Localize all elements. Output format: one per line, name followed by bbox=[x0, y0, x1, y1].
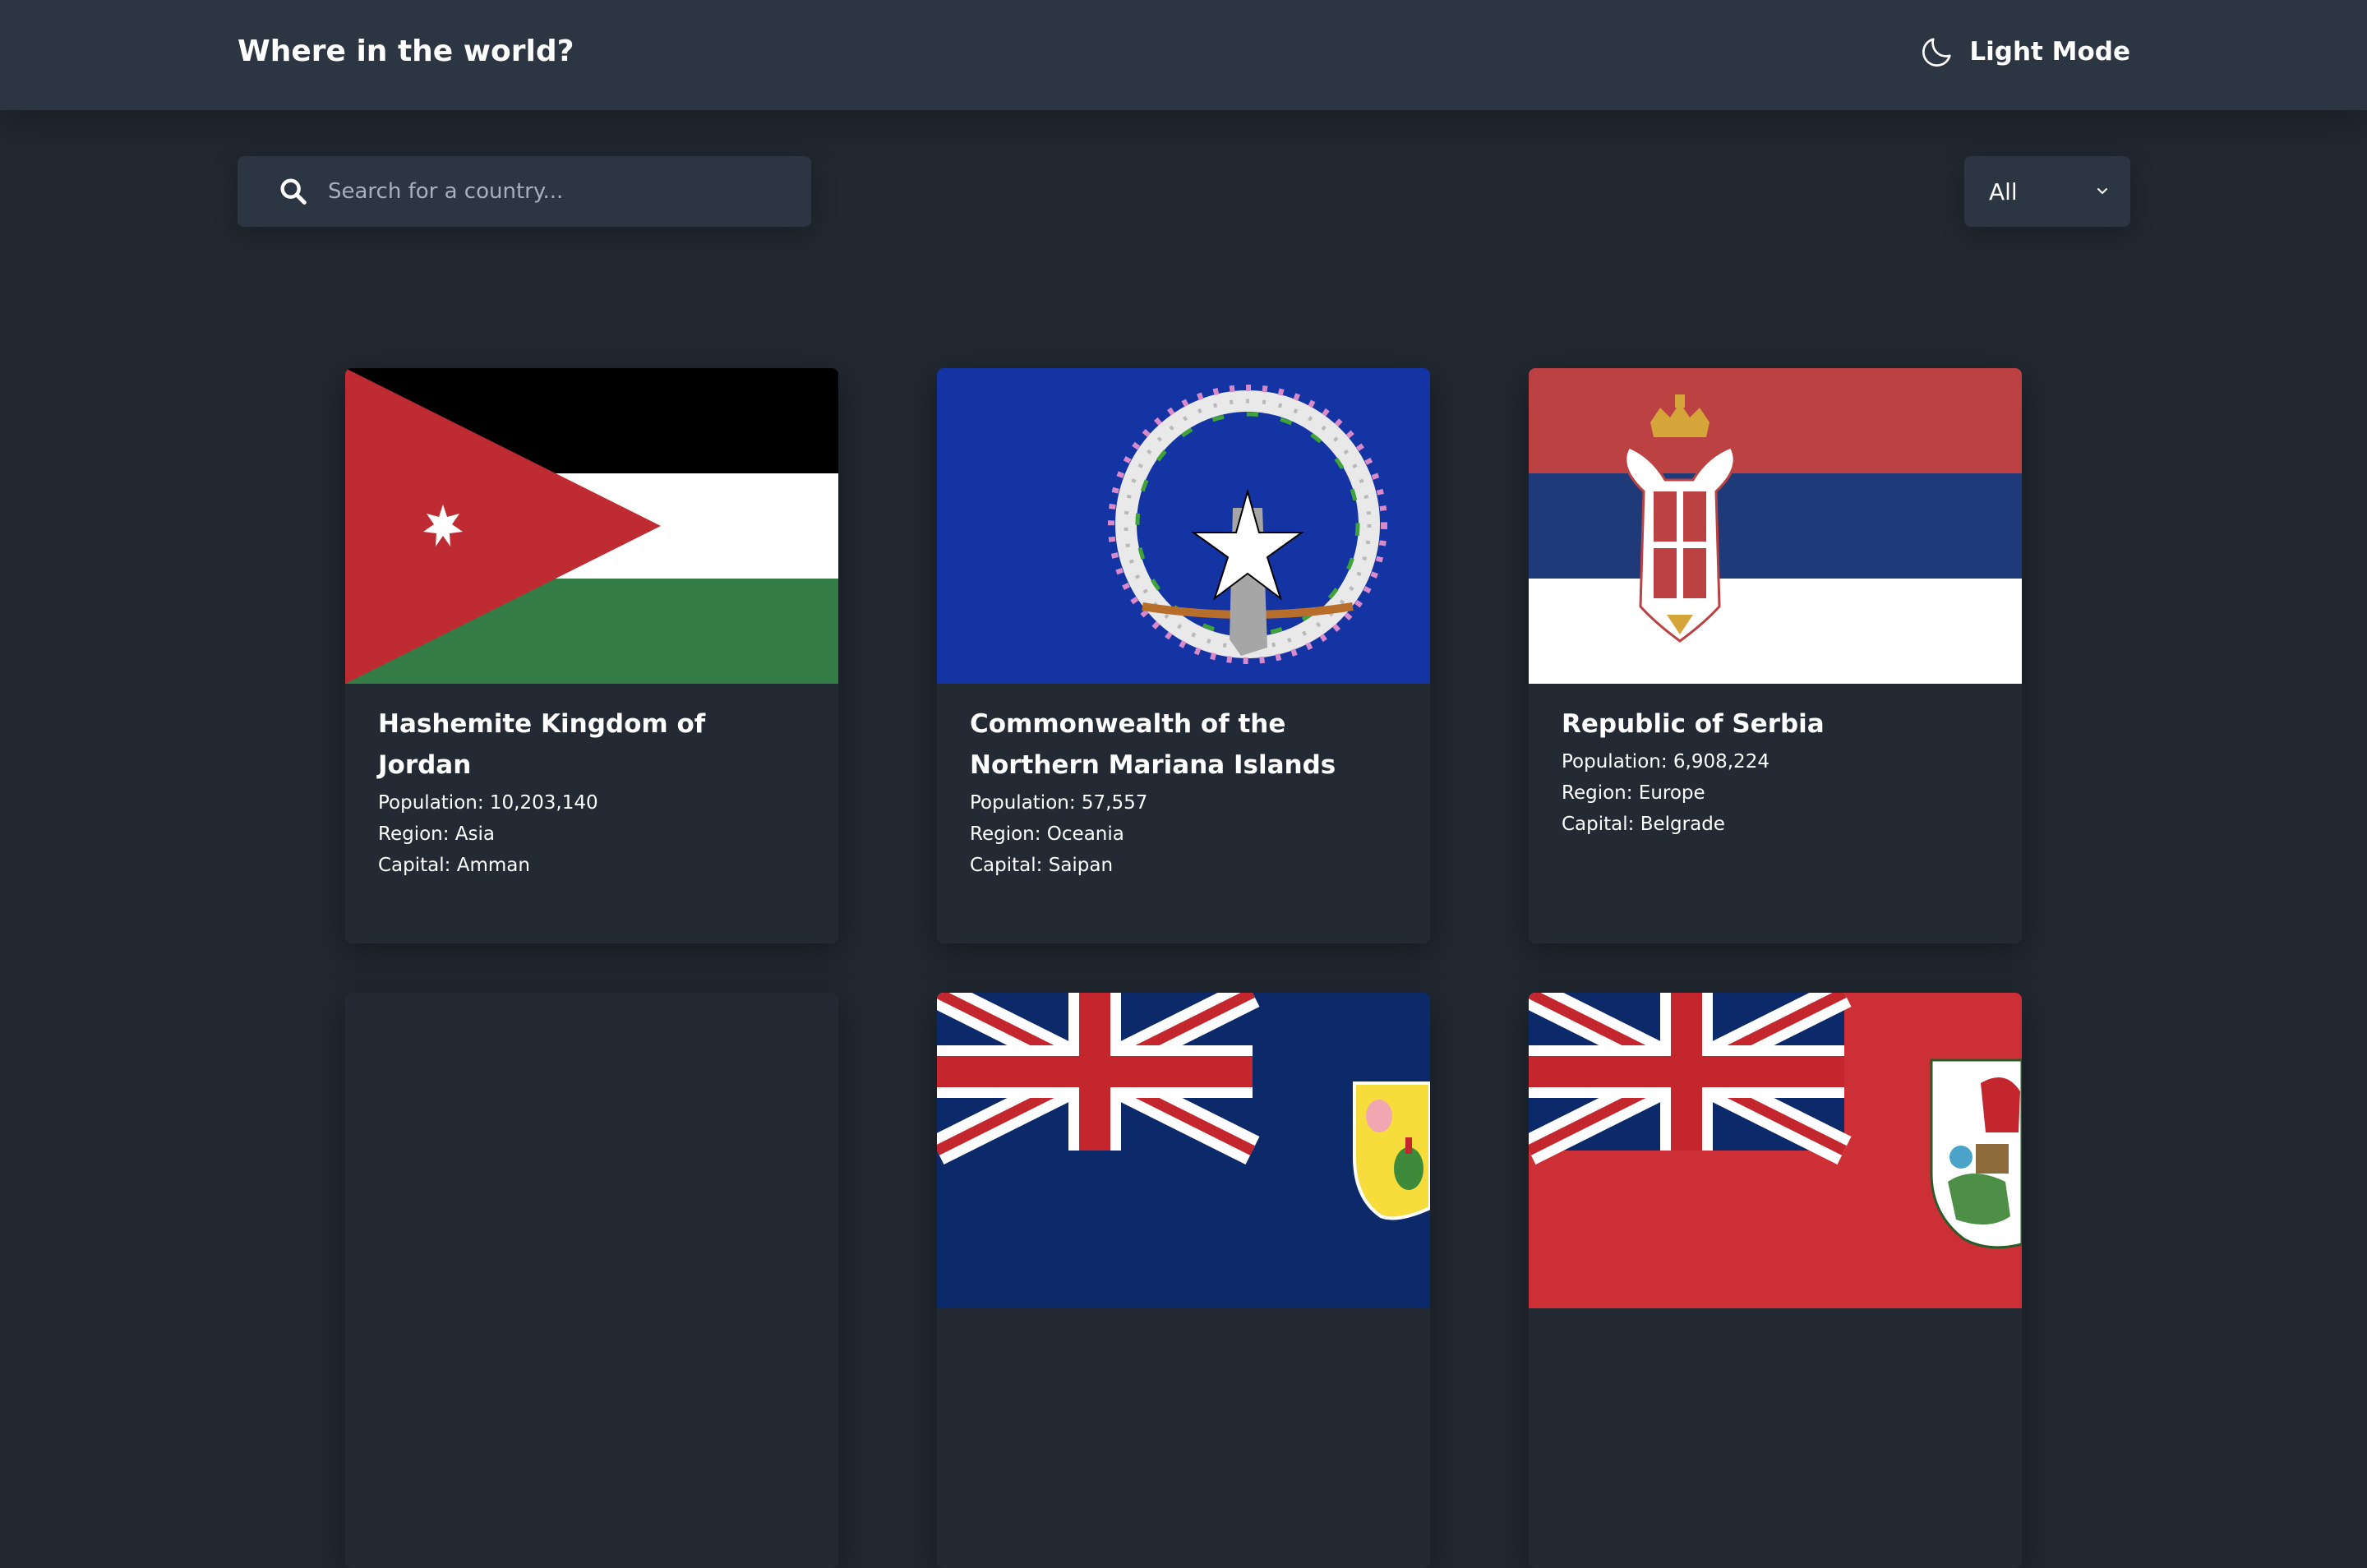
region-filter-value: All bbox=[1989, 178, 2018, 205]
country-population: Population: 57,557 bbox=[970, 792, 1148, 814]
country-name: Republic of Serbia bbox=[1562, 709, 1825, 739]
northern-mariana-islands-flag bbox=[937, 368, 1430, 684]
country-population: Population: 6,908,224 bbox=[1562, 751, 1769, 772]
search-box[interactable] bbox=[238, 156, 811, 227]
controls-bar: All bbox=[0, 156, 2367, 230]
country-region: Region: Asia bbox=[378, 823, 495, 845]
turks-and-caicos-flag bbox=[937, 993, 1430, 1308]
theme-toggle-button[interactable]: Light Mode bbox=[1918, 30, 2130, 74]
region-filter-select[interactable]: All bbox=[1964, 156, 2130, 227]
country-name: Commonwealth of the Northern Mariana Isl… bbox=[970, 709, 1336, 780]
country-card[interactable] bbox=[937, 993, 1430, 1568]
country-name: Hashemite Kingdom of Jordan bbox=[378, 709, 706, 780]
country-region: Region: Oceania bbox=[970, 823, 1124, 845]
country-population: Population: 10,203,140 bbox=[378, 792, 598, 814]
chevron-down-icon bbox=[2097, 188, 2107, 194]
country-region: Region: Europe bbox=[1562, 782, 1705, 804]
top-header: Where in the world? Light Mode bbox=[0, 0, 2367, 110]
country-card[interactable] bbox=[345, 993, 838, 1568]
country-capital: Capital: Saipan bbox=[970, 855, 1114, 876]
theme-toggle-label: Light Mode bbox=[1969, 37, 2130, 67]
page-title: Where in the world? bbox=[238, 35, 574, 68]
bermuda-flag bbox=[1529, 993, 2022, 1308]
country-card[interactable]: Hashemite Kingdom of Jordan Population: … bbox=[345, 368, 838, 943]
search-input[interactable] bbox=[326, 171, 787, 212]
jordan-flag bbox=[345, 368, 838, 684]
country-capital: Capital: Amman bbox=[378, 855, 530, 876]
flag-placeholder bbox=[345, 993, 838, 1308]
search-icon bbox=[280, 178, 307, 205]
moon-icon bbox=[1922, 38, 1952, 67]
country-card[interactable] bbox=[1529, 993, 2022, 1568]
country-capital: Capital: Belgrade bbox=[1562, 814, 1725, 835]
country-card[interactable]: Republic of Serbia Population: 6,908,224… bbox=[1529, 368, 2022, 943]
serbia-flag bbox=[1529, 368, 2022, 684]
country-card[interactable]: Commonwealth of the Northern Mariana Isl… bbox=[937, 368, 1430, 943]
